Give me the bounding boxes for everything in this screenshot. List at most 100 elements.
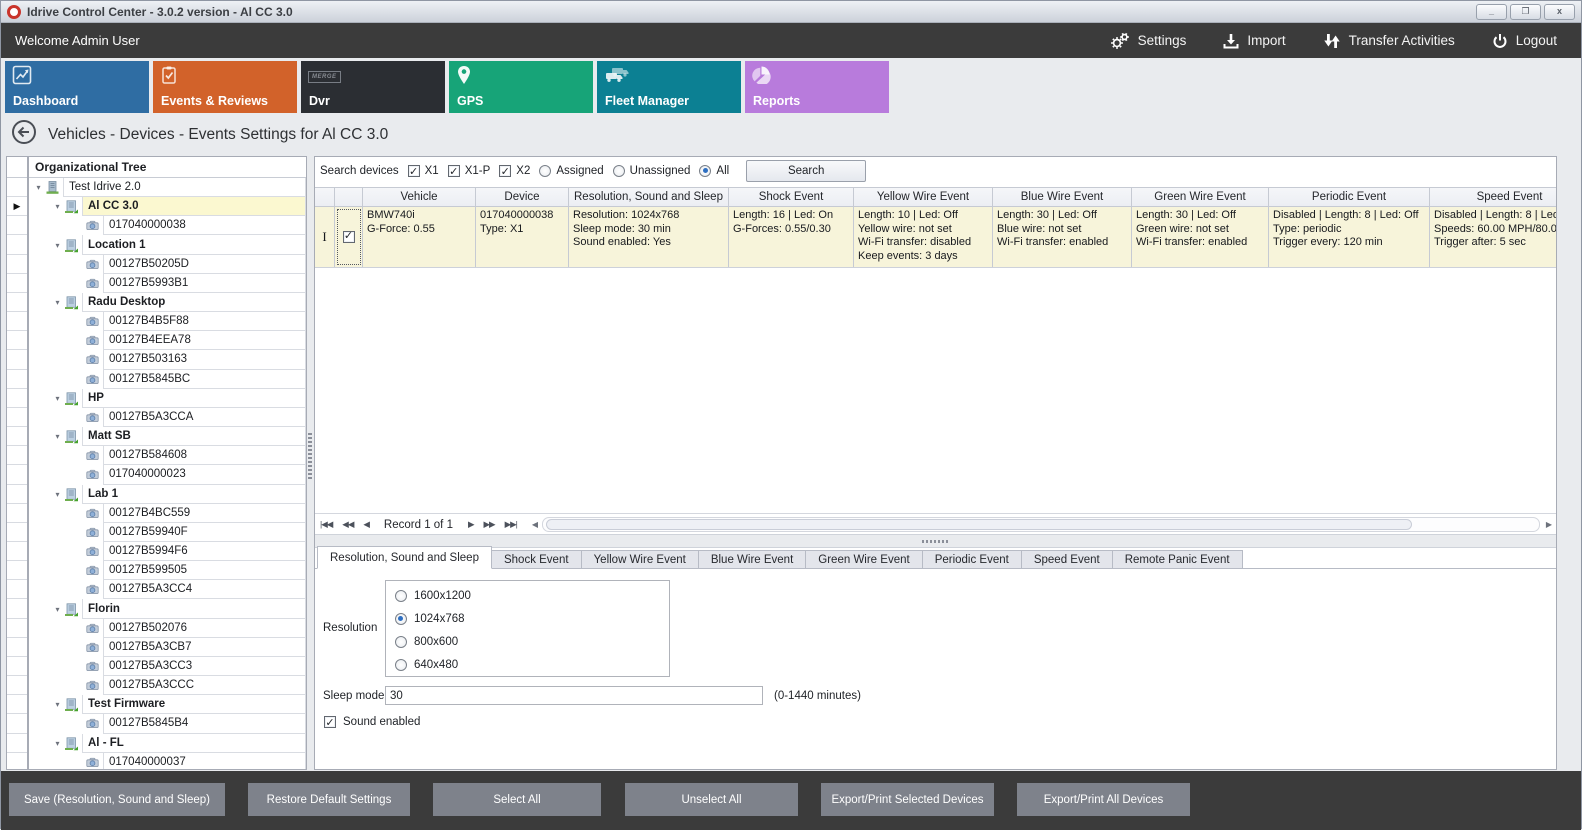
menu-import-button[interactable]: Import (1222, 32, 1285, 50)
resolution-option-640x480[interactable]: 640x480 (386, 653, 669, 676)
menu-logout-button[interactable]: Logout (1491, 32, 1557, 50)
nav-next-button[interactable]: ▶ (463, 519, 479, 530)
resolution-option-1600x1200[interactable]: 1600x1200 (386, 584, 669, 607)
column-header-periodic-event[interactable]: Periodic Event (1269, 188, 1430, 206)
tab-yellow-wire-event[interactable]: Yellow Wire Event (581, 550, 699, 569)
column-header-green-wire-event[interactable]: Green Wire Event (1132, 188, 1269, 206)
nav-tile-fleet-manager[interactable]: Fleet Manager (597, 61, 741, 113)
tree-node-00127b5a3cc3[interactable]: 00127B5A3CC3 (29, 657, 306, 676)
expand-caret-icon[interactable]: ▾ (52, 490, 63, 499)
radio-icon[interactable] (395, 659, 407, 671)
nav-tile-dashboard[interactable]: Dashboard (5, 61, 149, 113)
tree-node-00127b5a3ccc[interactable]: 00127B5A3CCC (29, 676, 306, 695)
filter-radio-all[interactable]: All (699, 165, 729, 177)
resolution-option-800x600[interactable]: 800x600 (386, 630, 669, 653)
expand-caret-icon[interactable]: ▾ (52, 605, 63, 614)
tree-node-test-firmware[interactable]: ▾Test Firmware (29, 695, 306, 714)
tree-node-00127b4b5f88[interactable]: 00127B4B5F88 (29, 312, 306, 331)
tree-node-017040000038[interactable]: 017040000038 (29, 216, 306, 235)
column-header-blue-wire-event[interactable]: Blue Wire Event (993, 188, 1132, 206)
expand-caret-icon[interactable]: ▾ (33, 183, 44, 192)
radio-icon[interactable] (699, 165, 711, 177)
column-header-resolution-sound-and-sleep[interactable]: Resolution, Sound and Sleep (569, 188, 729, 206)
scroll-left-icon[interactable]: ◀ (528, 520, 542, 529)
vertical-splitter[interactable] (308, 433, 312, 479)
tree-node-location-1[interactable]: ▾Location 1 (29, 235, 306, 254)
tree-node-matt-sb[interactable]: ▾Matt SB (29, 427, 306, 446)
tab-periodic-event[interactable]: Periodic Event (922, 550, 1022, 569)
menu-transfer-activities-button[interactable]: Transfer Activities (1322, 32, 1455, 50)
tree-node-lab-1[interactable]: ▾Lab 1 (29, 485, 306, 504)
checkbox-icon[interactable]: ✓ (499, 165, 511, 177)
tree-node-test-idrive-2-0[interactable]: ▾Test Idrive 2.0 (29, 178, 306, 197)
resolution-option-1024x768[interactable]: 1024x768 (386, 607, 669, 630)
tree-node-00127b599505[interactable]: 00127B599505 (29, 561, 306, 580)
tree-node-017040000023[interactable]: 017040000023 (29, 465, 306, 484)
tree-node-florin[interactable]: ▾Florin (29, 599, 306, 618)
tree-node-00127b59940f[interactable]: 00127B59940F (29, 523, 306, 542)
tree-node-00127b5a3cb7[interactable]: 00127B5A3CB7 (29, 638, 306, 657)
checkbox-icon[interactable]: ✓ (408, 165, 420, 177)
nav-tile-events-reviews[interactable]: Events & Reviews (153, 61, 297, 113)
nav-last-button[interactable]: ▶▶| (500, 519, 522, 530)
checkbox-icon[interactable]: ✓ (448, 165, 460, 177)
export-print-selected-devices-button[interactable]: Export/Print Selected Devices (821, 783, 994, 816)
radio-icon[interactable] (539, 165, 551, 177)
nav-prev-page-button[interactable]: ◀◀ (337, 519, 358, 530)
expand-caret-icon[interactable]: ▾ (52, 202, 63, 211)
column-header-vehicle[interactable]: Vehicle (363, 188, 476, 206)
nav-tile-dvr[interactable]: MERGEDvr (301, 61, 445, 113)
column-header-shock-event[interactable]: Shock Event (729, 188, 854, 206)
column-header-yellow-wire-event[interactable]: Yellow Wire Event (854, 188, 993, 206)
search-button[interactable]: Search (746, 160, 866, 182)
save-resolution-sound-and-sleep-button[interactable]: Save (Resolution, Sound and Sleep) (9, 783, 225, 816)
grid-data-row[interactable]: I✓BMW740iG-Force: 0.55017040000038Type: … (315, 207, 1556, 268)
scroll-right-icon[interactable]: ▶ (1542, 520, 1556, 529)
radio-icon[interactable] (395, 636, 407, 648)
tab-speed-event[interactable]: Speed Event (1021, 550, 1113, 569)
maximize-button[interactable]: ❐ (1510, 4, 1541, 20)
tree-node-00127b5a3cca[interactable]: 00127B5A3CCA (29, 408, 306, 427)
tree-node-017040000037[interactable]: 017040000037 (29, 753, 306, 770)
row-select-cell[interactable]: ✓ (335, 207, 363, 267)
tree-node-00127b5845bc[interactable]: 00127B5845BC (29, 370, 306, 389)
filter-radio-unassigned[interactable]: Unassigned (613, 165, 691, 177)
tab-green-wire-event[interactable]: Green Wire Event (805, 550, 922, 569)
radio-icon[interactable] (395, 613, 407, 625)
tree-node-00127b5845b4[interactable]: 00127B5845B4 (29, 714, 306, 733)
tree-node-00127b5994f6[interactable]: 00127B5994F6 (29, 542, 306, 561)
nav-first-button[interactable]: |◀◀ (315, 519, 337, 530)
sleep-mode-input[interactable]: 30 (385, 686, 763, 705)
filter-checkbox-x2[interactable]: ✓X2 (499, 165, 530, 177)
tree-node-00127b503163[interactable]: 00127B503163 (29, 350, 306, 369)
row-checkbox-icon[interactable]: ✓ (343, 231, 355, 243)
grid-horizontal-scrollbar[interactable]: ◀ ▶ (528, 514, 1556, 535)
scrollbar-thumb[interactable] (546, 519, 1412, 530)
tab-blue-wire-event[interactable]: Blue Wire Event (698, 550, 806, 569)
tree-node-radu-desktop[interactable]: ▾Radu Desktop (29, 293, 306, 312)
tree-node-00127b584608[interactable]: 00127B584608 (29, 446, 306, 465)
tab-resolution-sound-and-sleep[interactable]: Resolution, Sound and Sleep (317, 546, 492, 569)
minimize-button[interactable]: _ (1476, 4, 1507, 20)
restore-default-settings-button[interactable]: Restore Default Settings (248, 783, 410, 816)
tree-node-00127b50205d[interactable]: 00127B50205D (29, 255, 306, 274)
tree-node-00127b502076[interactable]: 00127B502076 (29, 619, 306, 638)
expand-caret-icon[interactable]: ▾ (52, 700, 63, 709)
tab-shock-event[interactable]: Shock Event (491, 550, 582, 569)
sound-enabled-option[interactable]: ✓ Sound enabled (324, 716, 420, 728)
nav-next-page-button[interactable]: ▶▶ (479, 519, 500, 530)
close-button[interactable]: x (1544, 4, 1575, 20)
tree-node-00127b5a3cc4[interactable]: 00127B5A3CC4 (29, 580, 306, 599)
tree-node-hp[interactable]: ▾HP (29, 389, 306, 408)
expand-caret-icon[interactable]: ▾ (52, 739, 63, 748)
radio-icon[interactable] (613, 165, 625, 177)
column-header-speed-event[interactable]: Speed Event (1430, 188, 1557, 206)
nav-tile-reports[interactable]: Reports (745, 61, 889, 113)
filter-checkbox-x1[interactable]: ✓X1 (408, 165, 439, 177)
unselect-all-button[interactable]: Unselect All (625, 783, 798, 816)
tree-node-00127b4bc559[interactable]: 00127B4BC559 (29, 504, 306, 523)
column-header-device[interactable]: Device (476, 188, 569, 206)
tab-remote-panic-event[interactable]: Remote Panic Event (1112, 550, 1243, 569)
expand-caret-icon[interactable]: ▾ (52, 394, 63, 403)
sound-enabled-checkbox[interactable]: ✓ (324, 716, 336, 728)
